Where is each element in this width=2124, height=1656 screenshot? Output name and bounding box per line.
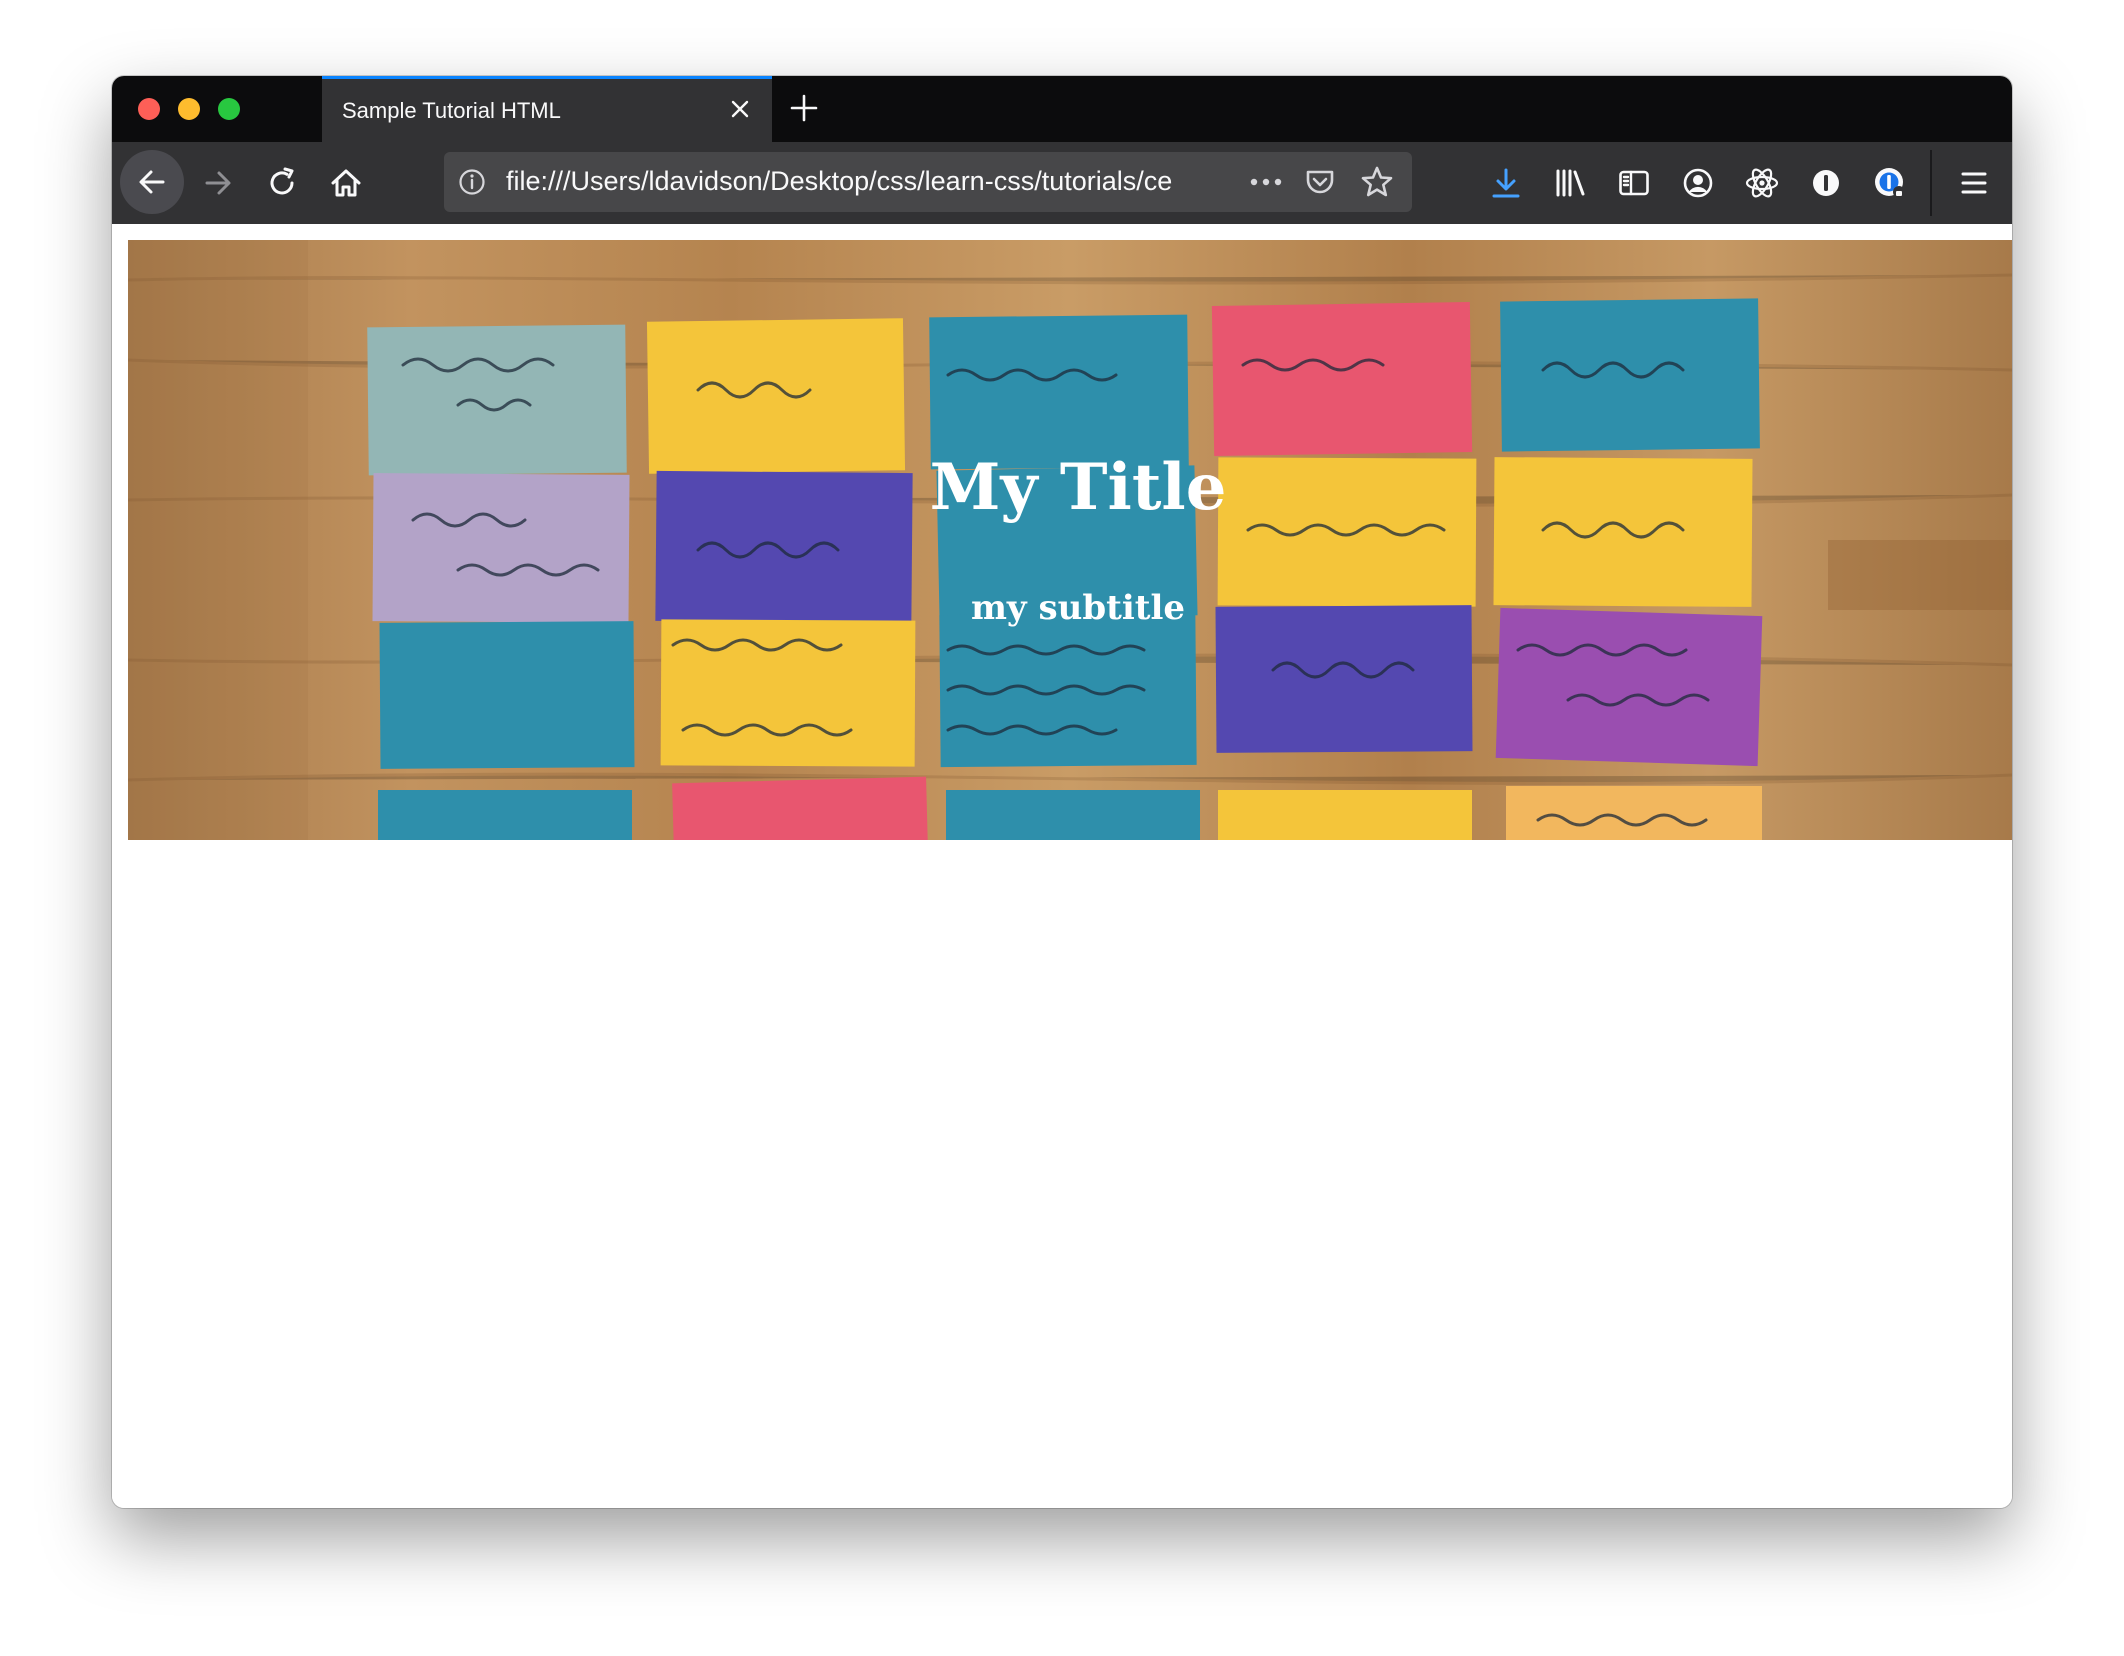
back-arrow-icon [139, 170, 165, 194]
navigation-toolbar: file:///Users/ldavidson/Desktop/css/lear… [112, 142, 2012, 224]
tab-title: Sample Tutorial HTML [342, 98, 561, 123]
privacy-icon [1813, 170, 1839, 196]
react-devtools-icon [1745, 168, 1779, 198]
library-button[interactable] [1548, 161, 1592, 205]
close-window-button[interactable] [138, 98, 160, 120]
page-subtitle: my subtitle [970, 588, 1186, 628]
download-icon [1492, 168, 1520, 198]
minimize-window-button[interactable] [178, 98, 200, 120]
password-manager-button[interactable] [1868, 161, 1912, 205]
sticky-notes-background-image [128, 240, 2012, 840]
account-icon [1683, 168, 1713, 198]
downloads-button[interactable] [1484, 161, 1528, 205]
maximize-window-button[interactable] [218, 98, 240, 120]
forward-button[interactable] [196, 161, 240, 205]
back-button[interactable] [120, 150, 184, 214]
password-manager-icon [1875, 168, 1905, 198]
hero-banner: My Title my subtitle [128, 240, 2012, 840]
reload-button[interactable] [260, 161, 304, 205]
sidebar-button[interactable] [1612, 161, 1656, 205]
active-tab[interactable]: Sample Tutorial HTML [322, 76, 772, 142]
sidebar-icon [1619, 170, 1649, 196]
library-icon [1556, 169, 1585, 197]
page-content: My Title my subtitle [112, 224, 2012, 1508]
more-dots-icon[interactable] [1248, 168, 1284, 196]
tab-strip: Sample Tutorial HTML [112, 76, 2012, 142]
forward-arrow-icon [205, 171, 231, 195]
page-title: My Title [929, 450, 1227, 525]
star-icon[interactable] [1360, 165, 1394, 199]
close-tab-icon[interactable] [728, 97, 752, 121]
address-bar[interactable]: file:///Users/ldavidson/Desktop/css/lear… [444, 152, 1412, 212]
react-devtools-button[interactable] [1740, 161, 1784, 205]
pocket-icon[interactable] [1304, 166, 1336, 198]
info-icon[interactable] [458, 168, 486, 196]
url-text[interactable]: file:///Users/ldavidson/Desktop/css/lear… [506, 166, 1236, 197]
privacy-button[interactable] [1804, 161, 1848, 205]
menu-icon [1961, 172, 1987, 194]
home-button[interactable] [324, 161, 368, 205]
new-tab-icon[interactable] [788, 92, 820, 124]
reload-icon [270, 167, 294, 195]
home-icon [331, 169, 361, 197]
menu-button[interactable] [1952, 161, 1996, 205]
account-button[interactable] [1676, 161, 1720, 205]
browser-window: Sample Tutorial HTML file:///Users/ldavi… [112, 76, 2012, 1508]
